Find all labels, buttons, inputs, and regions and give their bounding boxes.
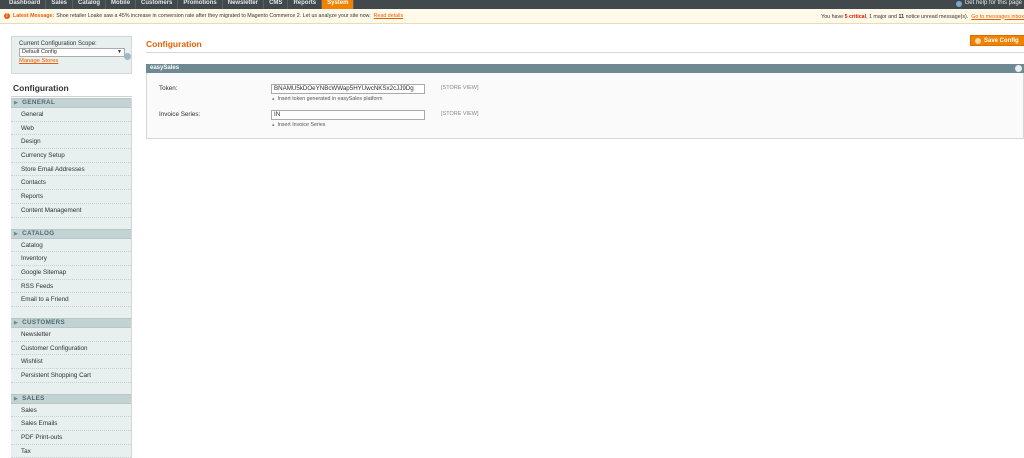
notice-label: Latest Message:	[13, 13, 55, 19]
nav-item-sales[interactable]: Sales	[46, 0, 74, 9]
nav-item-newsletter[interactable]: Newsletter	[223, 0, 265, 9]
sidebar-group-title: SALES	[22, 394, 45, 402]
help-icon	[955, 0, 962, 7]
section-title: easySales	[150, 65, 180, 71]
messages-suffix: notice unread message(s).	[905, 13, 969, 20]
scope-select[interactable]: Default Config ▼	[19, 48, 125, 57]
caret-right-icon: ▶	[14, 395, 19, 402]
nav-menu: Dashboard Sales Catalog Mobile Customers Prom…	[0, 0, 1024, 9]
sidebar-group-header[interactable]: ▶ CUSTOMERS	[11, 317, 131, 328]
sidebar-item-catalog[interactable]: Catalog	[11, 239, 131, 253]
nav-item-system[interactable]: System	[322, 0, 355, 9]
notice-count: 11	[898, 13, 905, 20]
token-note: ▲ Insert token generated in easySales pla…	[271, 96, 383, 102]
title-divider	[146, 52, 1024, 53]
nav-item-customers[interactable]: Customers	[136, 0, 179, 9]
nav-item-dashboard[interactable]: Dashboard	[4, 0, 47, 9]
nav-item-reports[interactable]: Reports	[288, 0, 323, 9]
warning-icon: !	[4, 13, 10, 19]
help-text: Get help for this page	[964, 0, 1022, 6]
sidebar-item-store-email-addresses[interactable]: Store Email Addresses	[11, 163, 131, 177]
help-link[interactable]: Get help for this page	[955, 0, 1022, 7]
save-config-button[interactable]: Save Config	[970, 35, 1024, 46]
nav-item-catalog[interactable]: Catalog	[73, 0, 107, 9]
save-config-label: Save Config	[984, 37, 1019, 44]
read-details-link[interactable]: Read details	[374, 13, 403, 19]
sidebar-group-header[interactable]: ▶ SALES	[11, 393, 131, 404]
save-icon	[975, 37, 981, 44]
sidebar-item-newsletter[interactable]: Newsletter	[11, 328, 131, 342]
sidebar-item-pdf-print-outs[interactable]: PDF Print-outs	[11, 431, 131, 445]
invoice-series-scope: [STORE VIEW]	[441, 111, 479, 117]
sidebar-group-customers: ▶ CUSTOMERS Newsletter Customer Configurati…	[11, 317, 131, 383]
sidebar-item-rss-feeds[interactable]: RSS Feeds	[11, 280, 131, 294]
section-body: Token: BNAMU5kDOeYNBcWWap5HYUwcNKSx2cJJ9…	[146, 73, 1024, 139]
sidebar-item-sales[interactable]: Sales	[11, 404, 131, 418]
sidebar-group-catalog: ▶ CATALOG Catalog Inventory Google Sitemap RS…	[11, 228, 131, 307]
caret-right-icon: ▶	[14, 100, 19, 106]
sidebar-item-sales-emails[interactable]: Sales Emails	[11, 417, 131, 432]
scope-label: Current Configuration Scope:	[19, 41, 97, 47]
invoice-series-note: ▲ Insert Invoice Series	[271, 122, 325, 128]
nav-item-promotions[interactable]: Promotions	[178, 0, 223, 9]
sidebar-item-contacts[interactable]: Contacts	[11, 176, 131, 191]
section-header-easysales[interactable]: easySales	[146, 64, 1024, 73]
sidebar-group-general: ▶ GENERAL General Web Design Currency Setup St…	[11, 98, 131, 218]
sidebar-item-reports[interactable]: Reports	[11, 190, 131, 204]
token-input[interactable]: BNAMU5kDOeYNBcWWap5HYUwcNKSx2cJJ9Dg	[271, 84, 425, 94]
sidebar-group-title: CUSTOMERS	[22, 318, 65, 326]
chevron-down-icon: ▼	[117, 49, 122, 55]
scope-help-icon[interactable]	[124, 53, 131, 60]
messages-inbox-link[interactable]: Go to messages inbox	[971, 14, 1024, 20]
token-label: Token:	[159, 85, 178, 92]
sidebar-item-tax[interactable]: Tax	[11, 445, 131, 458]
sidebar-item-wishlist[interactable]: Wishlist	[11, 355, 131, 369]
manage-stores-link[interactable]: Manage Stores	[19, 58, 124, 64]
token-note-text: Insert token generated in easySales plat…	[277, 96, 383, 102]
nav-item-cms[interactable]: CMS	[264, 0, 289, 9]
sidebar-item-design[interactable]: Design	[11, 135, 131, 150]
messages-summary: You have 5 critical, 1 major and 11 noti…	[821, 13, 1024, 20]
page-title: Configuration	[146, 39, 202, 49]
sidebar-item-content-management[interactable]: Content Management	[11, 204, 131, 218]
sidebar-item-general[interactable]: General	[11, 108, 131, 122]
token-scope: [STORE VIEW]	[441, 85, 479, 91]
sidebar-item-web[interactable]: Web	[11, 122, 131, 136]
sidebar-item-google-sitemap[interactable]: Google Sitemap	[11, 266, 131, 280]
sidebar-item-inventory[interactable]: Inventory	[11, 252, 131, 266]
arrow-up-icon: ▲	[271, 122, 276, 127]
nav-item-mobile[interactable]: Mobile	[106, 0, 137, 9]
sidebar-item-currency-setup[interactable]: Currency Setup	[11, 149, 131, 163]
sidebar-group-title: CATALOG	[22, 229, 55, 237]
arrow-up-icon: ▲	[271, 96, 276, 101]
configuration-sidebar: ▶ GENERAL General Web Design Currency Setup St…	[11, 98, 132, 458]
sidebar-group-header[interactable]: ▶ CATALOG	[11, 228, 131, 239]
caret-right-icon: ▶	[14, 319, 19, 326]
top-navigation: Dashboard Sales Catalog Mobile Customers Prom…	[0, 0, 1024, 9]
major-text: 1 major and	[869, 13, 897, 20]
sidebar-item-email-to-a-friend[interactable]: Email to a Friend	[11, 293, 131, 307]
critical-count: 5 critical	[844, 13, 867, 20]
caret-right-icon: ▶	[14, 230, 19, 237]
messages-prefix: You have	[821, 13, 844, 20]
invoice-series-input[interactable]: IN	[271, 110, 425, 120]
invoice-series-note-text: Insert Invoice Series	[277, 122, 326, 128]
configuration-scope-box: Current Configuration Scope: Default Con…	[11, 36, 132, 74]
sidebar-group-header[interactable]: ▶ GENERAL	[11, 98, 131, 108]
scope-selected-value: Default Config	[22, 49, 57, 55]
sidebar-title: Configuration	[11, 80, 132, 97]
notification-bar: ! Latest Message: Shoe retailer Loake sa…	[0, 9, 1024, 24]
collapse-icon[interactable]	[1015, 65, 1022, 72]
sidebar-group-title: GENERAL	[22, 99, 56, 106]
sidebar-group-sales: ▶ SALES Sales Sales Emails PDF Print-outs Tax	[11, 393, 131, 458]
notice-message: Shoe retailer Loake saw a 45% increase i…	[56, 13, 371, 19]
invoice-series-label: Invoice Series:	[159, 111, 201, 118]
sidebar-item-customer-configuration[interactable]: Customer Configuration	[11, 342, 131, 356]
sidebar-item-persistent-shopping-cart[interactable]: Persistent Shopping Cart	[11, 369, 131, 383]
